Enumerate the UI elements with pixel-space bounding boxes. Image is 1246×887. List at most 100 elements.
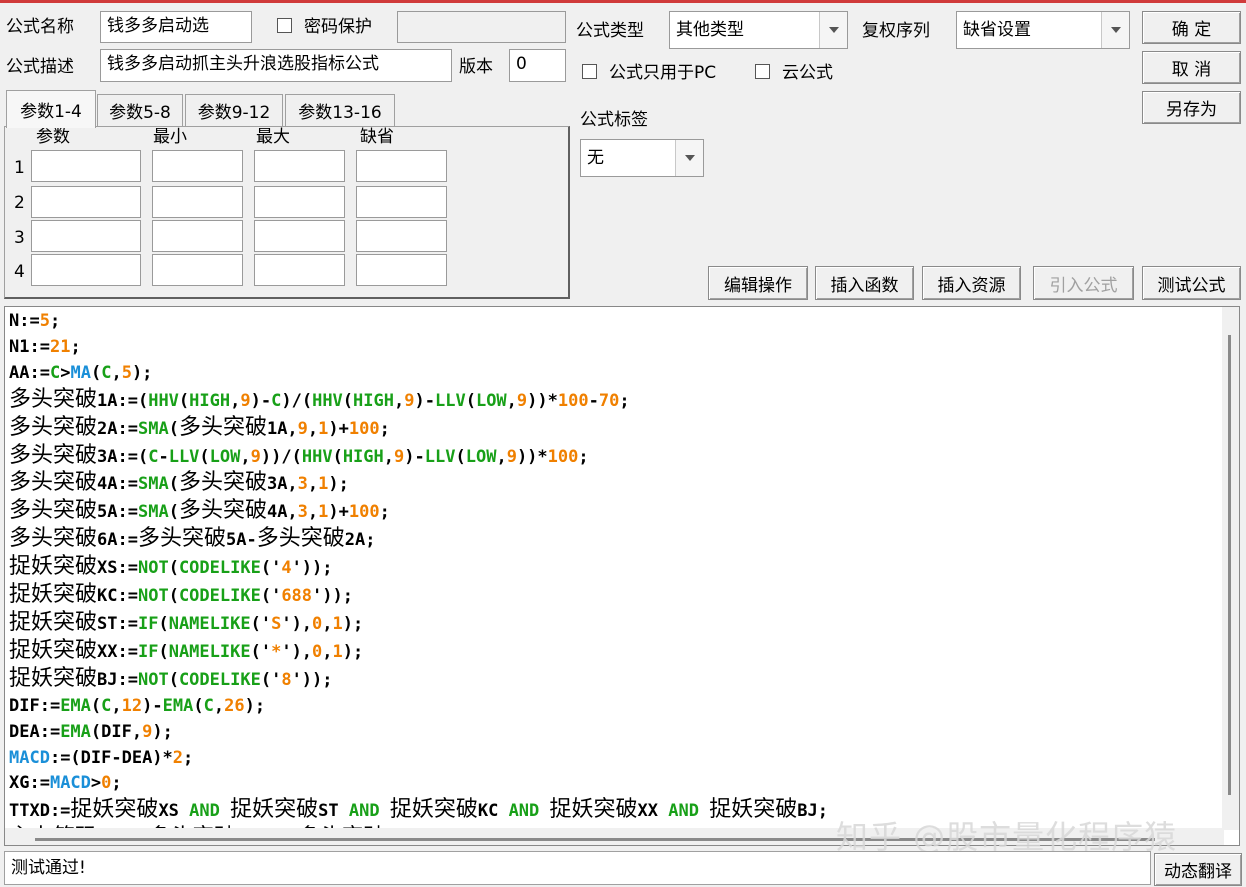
param-name-input[interactable] [31,254,141,286]
code-token: LLV [424,446,456,467]
code-token: 捉妖突破 [9,582,98,608]
tab-params-13-16[interactable]: 参数13-16 [285,94,395,126]
code-line[interactable]: 捉妖突破KC:=NOT(CODELIKE('688')); [9,582,828,610]
param-min-input[interactable] [152,186,243,218]
param-default-input[interactable] [356,150,447,182]
code-token: ( [455,446,466,467]
param-max-input[interactable] [254,254,345,286]
vertical-scrollbar[interactable] [1222,307,1239,830]
insert-resource-button[interactable]: 插入资源 [922,266,1021,300]
code-line[interactable]: XG:=MACD>0; [9,771,828,797]
param-max-input[interactable] [254,150,345,182]
code-token: ( [168,669,179,690]
param-max-input[interactable] [254,220,345,252]
code-token: ( [465,390,476,411]
code-token: NOT [137,558,169,579]
code-line[interactable]: 多头突破3A:=(C-LLV(LOW,9))/(HHV(HIGH,9)-LLV(… [9,443,828,471]
password-checkbox[interactable] [277,18,292,33]
code-line[interactable]: 多头突破5A:=SMA(多头突破4A,3,1)+100; [9,498,828,526]
code-editor[interactable]: N:=5; N1:=21; AA:=C>MA(C,5); 多头突破1A:=(HHV(H… [4,306,1240,846]
code-token: ( [199,446,210,467]
code-token: NOT [137,586,169,607]
code-token: ; [70,336,81,357]
param-name-input[interactable] [31,186,141,218]
code-token: ( [168,502,179,523]
code-line[interactable]: DEA:=EMA(DIF,9); [9,720,828,746]
code-content[interactable]: N:=5; N1:=21; AA:=C>MA(C,5); 多头突破1A:=(HHV(H… [9,309,828,845]
test-formula-button[interactable]: 测试公式 [1142,266,1241,300]
rights-select[interactable]: 缺省设置 [956,11,1130,49]
formula-tag-select[interactable]: 无 [580,139,704,177]
code-token: HIGH [342,446,384,467]
param-row-number: 1 [14,158,25,178]
code-token: C [101,695,112,716]
chevron-down-icon[interactable] [1101,12,1129,48]
code-token: 9 [250,446,261,467]
formula-type-select[interactable]: 其他类型 [669,11,848,49]
param-default-input[interactable] [356,254,447,286]
param-max-input[interactable] [254,186,345,218]
code-token: )+ [328,502,349,523]
code-token: MACD [49,773,91,794]
tab-params-9-12[interactable]: 参数9-12 [185,94,283,126]
insert-function-button[interactable]: 插入函数 [815,266,914,300]
code-token: )/( [281,390,313,411]
tab-params-5-8[interactable]: 参数5-8 [97,94,183,126]
code-line[interactable]: 多头突破6A:=多头突破5A-多头突破2A; [9,526,828,554]
param-min-input[interactable] [152,220,243,252]
code-token: , [111,362,122,383]
formula-desc-label: 公式描述 [6,57,74,77]
code-token: , [394,390,405,411]
code-line[interactable]: 多头突破1A:=(HHV(HIGH,9)-C)/(HHV(HIGH,9)-LLV… [9,387,828,415]
dynamic-translate-button[interactable]: 动态翻译 [1154,853,1242,886]
pc-only-checkbox[interactable] [582,64,597,79]
chevron-down-icon[interactable] [675,140,703,176]
formula-name-input[interactable]: 钱多多启动选 [100,11,252,43]
save-as-button[interactable]: 另存为 [1142,91,1241,124]
code-token: 1 [318,418,329,439]
code-line[interactable]: 多头突破4A:=SMA(多头突破3A,3,1); [9,470,828,498]
code-token: 1 [332,613,343,634]
code-token: 9 [297,418,308,439]
pc-only-label: 公式只用于PC [609,63,717,83]
code-token: ( [158,613,169,634]
param-header-min: 最小 [153,127,187,147]
code-token: S [271,613,282,634]
tab-params-1-4[interactable]: 参数1-4 [6,90,96,128]
version-input[interactable]: 0 [509,49,566,82]
param-name-input[interactable] [31,220,141,252]
param-min-input[interactable] [152,150,243,182]
code-line[interactable]: DIF:=EMA(C,12)-EMA(C,26); [9,694,828,720]
code-token: 9 [506,446,517,467]
code-line[interactable]: 捉妖突破XS:=NOT(CODELIKE('4')); [9,554,828,582]
edit-ops-button[interactable]: 编辑操作 [708,266,808,300]
param-min-input[interactable] [152,254,243,286]
code-line[interactable]: 多头突破2A:=SMA(多头突破1A,9,1)+100; [9,415,828,443]
code-token: 1 [332,641,343,662]
code-line[interactable]: 捉妖突破ST:=IF(NAMELIKE('S'),0,1); [9,610,828,638]
param-default-input[interactable] [356,220,447,252]
code-token: 4A:= [97,474,138,495]
code-token: 2 [172,747,184,768]
code-line[interactable]: 捉妖突破XX:=IF(NAMELIKE('*'),0,1); [9,638,828,666]
code-token: 捉妖突破 [9,665,98,691]
code-token: MA [70,362,91,383]
chevron-down-icon[interactable] [819,12,847,48]
scrollbar-thumb[interactable] [1228,335,1231,795]
code-line[interactable]: TTXD:=捉妖突破XS AND 捉妖突破ST AND 捉妖突破KC AND 捉… [9,797,828,825]
code-line[interactable]: 捉妖突破BJ:=NOT(CODELIKE('8')); [9,666,828,694]
code-token: ( [168,558,179,579]
code-line[interactable]: N1:=21; [9,335,828,361]
cloud-checkbox[interactable] [755,64,770,79]
cancel-button[interactable]: 取 消 [1142,51,1241,84]
param-default-input[interactable] [356,186,447,218]
code-line[interactable]: N:=5; [9,309,828,335]
formula-tag-value: 无 [587,148,604,168]
code-line[interactable]: MACD:=(DIF-DEA)*2; [9,746,828,772]
code-line[interactable]: AA:=C>MA(C,5); [9,361,828,387]
formula-desc-input[interactable]: 钱多多启动抓主头升浪选股指标公式 [100,49,452,82]
code-token: , [111,695,122,716]
param-name-input[interactable] [31,150,141,182]
ok-button[interactable]: 确 定 [1142,11,1241,44]
code-token: 100 [348,502,380,523]
